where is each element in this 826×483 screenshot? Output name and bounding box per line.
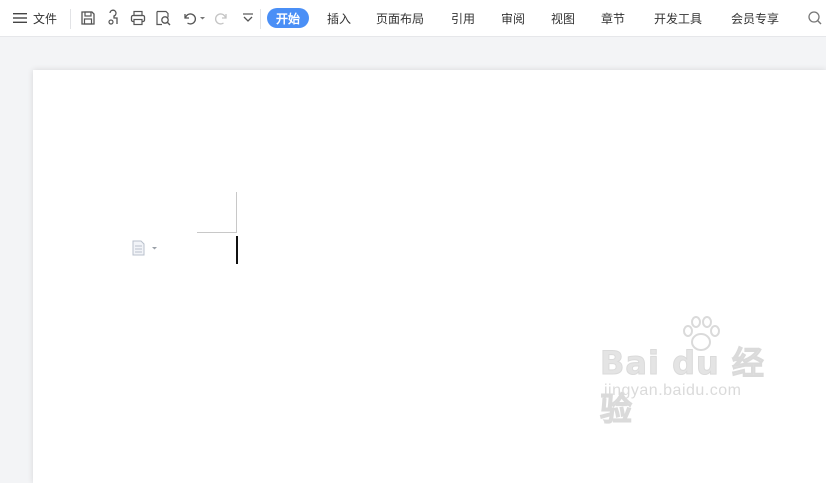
more-icon[interactable] bbox=[239, 9, 257, 27]
redo-icon[interactable] bbox=[213, 9, 231, 27]
search-icon[interactable] bbox=[806, 9, 826, 27]
paragraph-layout-icon[interactable] bbox=[132, 240, 162, 256]
toolbar-separator bbox=[260, 9, 261, 29]
print-preview-icon[interactable] bbox=[154, 9, 172, 27]
hamburger-icon bbox=[13, 13, 27, 23]
tab-home[interactable]: 开始 bbox=[267, 8, 310, 28]
undo-icon[interactable] bbox=[180, 9, 206, 27]
save-icon[interactable] bbox=[79, 9, 97, 27]
text-cursor bbox=[236, 236, 238, 264]
tab-member-exclusive[interactable]: 会员专享 bbox=[731, 0, 779, 36]
margin-corner-mark bbox=[197, 232, 237, 233]
toolbar: 文件 开始 插入 页面布局 引用 审阅 视图 章节 开发工具 会员专享 bbox=[0, 0, 826, 37]
toolbar-separator bbox=[70, 9, 71, 29]
format-painter-icon[interactable] bbox=[105, 9, 123, 27]
tab-insert[interactable]: 插入 bbox=[327, 0, 351, 36]
tab-page-layout[interactable]: 页面布局 bbox=[376, 0, 424, 36]
margin-corner-mark bbox=[236, 192, 237, 232]
baidu-jingyan-watermark: Bai du 经验 jingyan.baidu.com bbox=[600, 316, 790, 429]
print-icon[interactable] bbox=[129, 9, 147, 27]
tab-developer-tools[interactable]: 开发工具 bbox=[654, 0, 702, 36]
file-menu-label: 文件 bbox=[33, 11, 58, 26]
tab-chapter[interactable]: 章节 bbox=[601, 0, 625, 36]
tab-review[interactable]: 审阅 bbox=[501, 0, 525, 36]
file-menu-button[interactable]: 文件 bbox=[13, 0, 57, 36]
watermark-url: jingyan.baidu.com bbox=[604, 382, 742, 399]
tab-view[interactable]: 视图 bbox=[551, 0, 575, 36]
tab-references[interactable]: 引用 bbox=[451, 0, 475, 36]
